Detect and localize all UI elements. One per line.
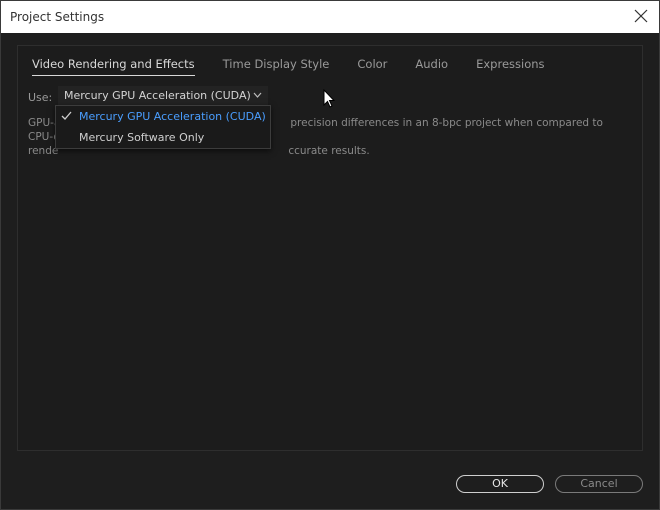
menu-item-label: Mercury Software Only [79, 131, 205, 144]
renderer-select[interactable]: Mercury GPU Acceleration (CUDA) [58, 86, 268, 106]
tab-audio[interactable]: Audio [415, 56, 448, 76]
checkmark-icon [61, 111, 72, 120]
renderer-select-value: Mercury GPU Acceleration (CUDA) [64, 89, 251, 102]
close-icon [634, 9, 648, 23]
tab-color[interactable]: Color [357, 56, 387, 76]
menu-item-label: Mercury GPU Acceleration (CUDA) [79, 110, 266, 123]
tab-expressions[interactable]: Expressions [476, 56, 544, 76]
close-button[interactable] [633, 8, 649, 24]
chevron-down-icon [253, 92, 262, 98]
renderer-dropdown-menu: Mercury GPU Acceleration (CUDA) Mercury … [55, 105, 271, 149]
use-label: Use: [28, 91, 53, 104]
description-line-2-start: rende [28, 145, 59, 157]
tab-time-display-style[interactable]: Time Display Style [223, 56, 330, 76]
tab-bar: Video Rendering and Effects Time Display… [32, 56, 573, 76]
description-line-2-end: ccurate results. [288, 145, 370, 157]
mouse-cursor-icon [323, 89, 335, 108]
ok-button[interactable]: OK [456, 475, 544, 493]
menu-item-mercury-gpu-acceleration[interactable]: Mercury GPU Acceleration (CUDA) [56, 107, 270, 127]
project-settings-dialog: Project Settings Video Rendering and Eff… [0, 0, 660, 510]
tab-video-rendering-and-effects[interactable]: Video Rendering and Effects [32, 56, 195, 76]
window-title: Project Settings [10, 10, 105, 24]
menu-item-mercury-software-only[interactable]: Mercury Software Only [56, 128, 270, 148]
title-bar: Project Settings [1, 1, 659, 33]
cancel-button[interactable]: Cancel [555, 475, 643, 493]
